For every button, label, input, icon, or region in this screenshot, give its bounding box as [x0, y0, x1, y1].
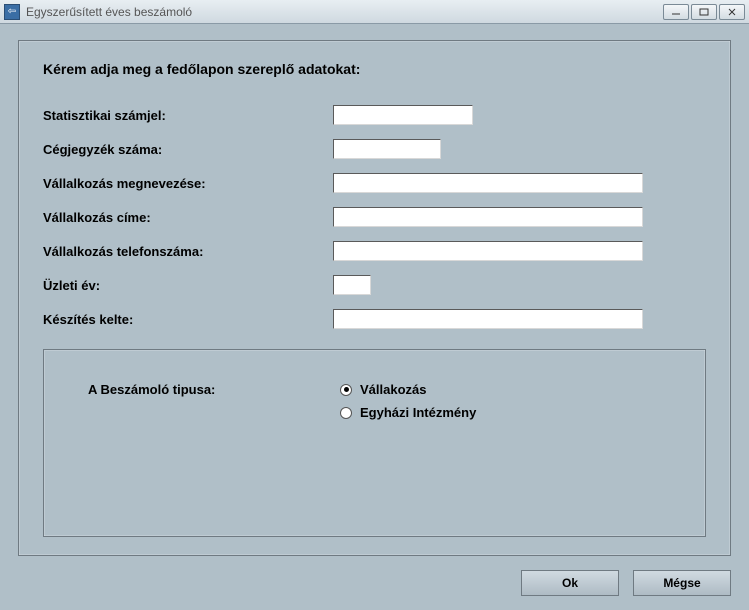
label-date: Készítés kelte:: [43, 312, 333, 327]
label-company-name: Vállalkozás megnevezése:: [43, 176, 333, 191]
input-stat[interactable]: [333, 105, 473, 125]
row-stat: Statisztikai számjel:: [43, 105, 706, 125]
type-panel: A Beszámoló tipusa: Vállakozás Egyházi I…: [43, 349, 706, 537]
row-date: Készítés kelte:: [43, 309, 706, 329]
label-year: Üzleti év:: [43, 278, 333, 293]
window: ⇦ Egyszerűsített éves beszámoló Kérem ad…: [0, 0, 749, 610]
radio-company[interactable]: [340, 384, 352, 396]
input-year[interactable]: [333, 275, 371, 295]
row-reg: Cégjegyzék száma:: [43, 139, 706, 159]
row-company-phone: Vállalkozás telefonszáma:: [43, 241, 706, 261]
cancel-button[interactable]: Mégse: [633, 570, 731, 596]
label-reg: Cégjegyzék száma:: [43, 142, 333, 157]
type-radios: Vállakozás Egyházi Intézmény: [340, 382, 476, 420]
maximize-icon: [699, 8, 709, 16]
app-icon: ⇦: [4, 4, 20, 20]
input-company-addr[interactable]: [333, 207, 643, 227]
input-company-phone[interactable]: [333, 241, 643, 261]
type-row: A Beszámoló tipusa: Vállakozás Egyházi I…: [88, 382, 681, 420]
close-button[interactable]: [719, 4, 745, 20]
radio-company-label: Vállakozás: [360, 382, 427, 397]
close-icon: [727, 8, 737, 16]
window-title: Egyszerűsített éves beszámoló: [26, 5, 663, 19]
minimize-button[interactable]: [663, 4, 689, 20]
label-stat: Statisztikai számjel:: [43, 108, 333, 123]
input-date[interactable]: [333, 309, 643, 329]
input-reg[interactable]: [333, 139, 441, 159]
label-company-phone: Vállalkozás telefonszáma:: [43, 244, 333, 259]
radio-item-church[interactable]: Egyházi Intézmény: [340, 405, 476, 420]
titlebar: ⇦ Egyszerűsített éves beszámoló: [0, 0, 749, 24]
maximize-button[interactable]: [691, 4, 717, 20]
row-year: Üzleti év:: [43, 275, 706, 295]
label-company-addr: Vállalkozás címe:: [43, 210, 333, 225]
main-panel: Kérem adja meg a fedőlapon szereplő adat…: [18, 40, 731, 556]
row-company-addr: Vállalkozás címe:: [43, 207, 706, 227]
form-heading: Kérem adja meg a fedőlapon szereplő adat…: [43, 61, 706, 77]
type-label: A Beszámoló tipusa:: [88, 382, 340, 420]
radio-church[interactable]: [340, 407, 352, 419]
minimize-icon: [671, 8, 681, 16]
ok-button[interactable]: Ok: [521, 570, 619, 596]
input-company-name[interactable]: [333, 173, 643, 193]
content-area: Kérem adja meg a fedőlapon szereplő adat…: [0, 24, 749, 610]
radio-church-label: Egyházi Intézmény: [360, 405, 476, 420]
button-row: Ok Mégse: [18, 570, 731, 596]
radio-item-company[interactable]: Vállakozás: [340, 382, 476, 397]
row-company-name: Vállalkozás megnevezése:: [43, 173, 706, 193]
window-controls: [663, 4, 745, 20]
